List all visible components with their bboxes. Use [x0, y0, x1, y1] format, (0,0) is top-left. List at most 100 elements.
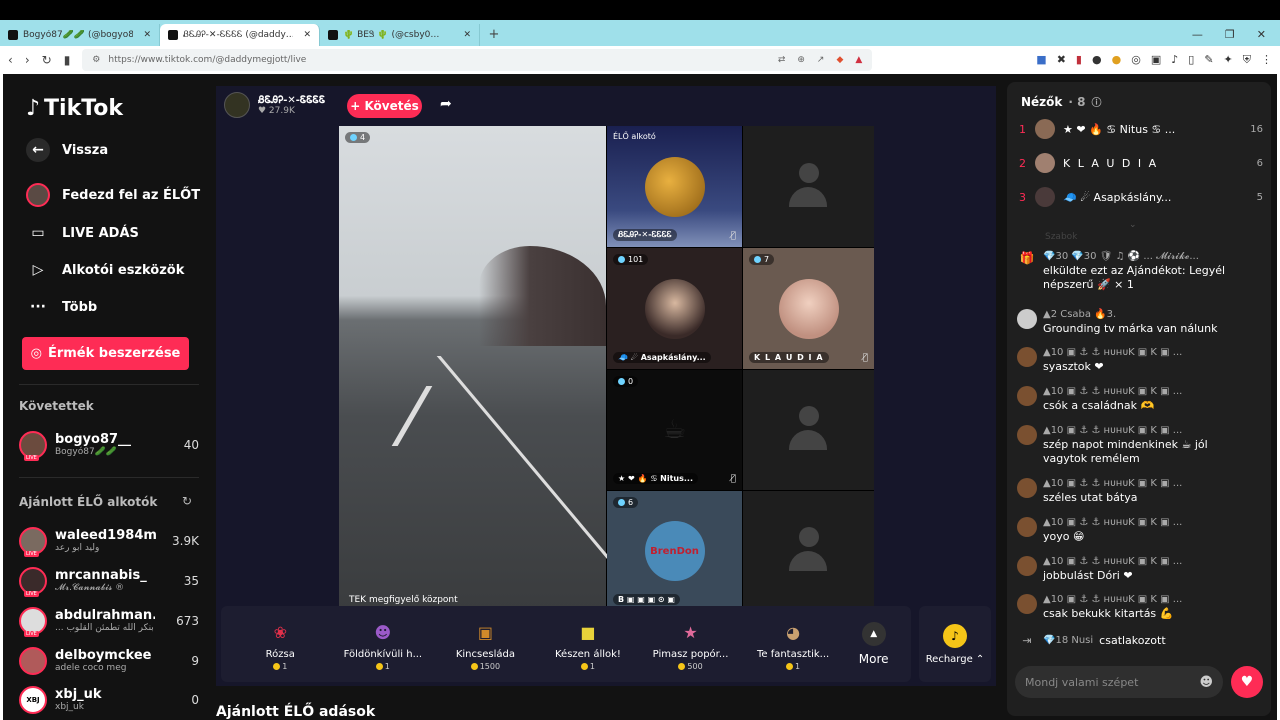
top-viewer[interactable]: 3 🧢 ☄ Asapkáslány... 5	[1019, 187, 1263, 207]
extension-icon[interactable]: ♪	[1171, 53, 1178, 67]
forward-arrow-icon[interactable]: ›	[25, 53, 30, 67]
close-window-icon[interactable]: ✕	[1257, 28, 1266, 41]
guest-cell[interactable]: 101 🧢 ☄ Asapkáslány...	[607, 248, 742, 369]
chat-username[interactable]: ▲10 ▣ ⚓ ⚓ ʜᴜʜᴜK ▣ K ▣ ...	[1043, 385, 1182, 399]
recommended-account[interactable]: LIVE mrcannabis_ 𝓜𝓻.𝓒𝓪𝓷𝓷𝓪𝓫𝓲𝓼 ® 35	[19, 563, 199, 599]
minimize-icon[interactable]: —	[1192, 28, 1203, 41]
gift-alien[interactable]: ☻ Földönkívüli h... 1	[332, 617, 435, 672]
extension-icon[interactable]: ✖	[1057, 53, 1066, 67]
browser-tab-2[interactable]: ᏰᏋᎯᎮ-✕-ᏋᏋᏋᏋ (@daddy… ✕	[160, 24, 320, 46]
account-nickname: adele coco meg	[55, 662, 127, 673]
guest-cell[interactable]: 0 ☕ ★ ❤ 🔥 ♋ Nitus... 🎙̸	[607, 370, 742, 490]
nav-explore-live[interactable]: Fedezd fel az ÉLŐT	[26, 183, 200, 207]
chat-username[interactable]: ▲10 ▣ ⚓ ⚓ ʜᴜʜᴜK ▣ K ▣ ...	[1043, 346, 1182, 360]
warning-icon[interactable]: ▲	[855, 55, 862, 65]
guest-cell-empty[interactable]	[743, 126, 874, 247]
host-info[interactable]: ᏰᏋᎯᎮ-✕-ᏋᏋᏋᏋ ♥ 27.9K	[224, 92, 325, 118]
refresh-icon[interactable]: ↻	[182, 494, 192, 508]
translate-icon[interactable]: ⇄	[778, 55, 786, 65]
avatar[interactable]	[1017, 478, 1037, 498]
following-account[interactable]: LIVE bogyo87__ Bogyó87🥒🥒 40	[19, 427, 199, 463]
share-icon[interactable]: ➦	[440, 96, 452, 112]
guest-cell[interactable]: 6 BrenDon B ▣ ▣ ▣ ⊙ ▣	[607, 491, 742, 611]
site-settings-icon[interactable]: ⚙	[92, 55, 100, 65]
chat-username[interactable]: ▲2 Csaba 🔥3.	[1043, 308, 1217, 322]
extension-icon[interactable]: ■	[1036, 53, 1046, 67]
follow-button[interactable]: + Követés	[347, 94, 422, 118]
nav-more[interactable]: ··· Több	[26, 295, 97, 319]
like-heart-button[interactable]: ♥	[1231, 666, 1263, 698]
avatar[interactable]	[1017, 386, 1037, 406]
chat-username[interactable]: ▲10 ▣ ⚓ ⚓ ʜᴜʜᴜK ▣ K ▣ ...	[1043, 424, 1253, 438]
recommended-account[interactable]: XBJ xbj_uk xbj_uk 0	[19, 682, 199, 718]
avatar[interactable]	[1017, 347, 1037, 367]
extension-icon[interactable]: ▮	[1076, 53, 1082, 67]
gift-starfish[interactable]: ★ Pimasz popór... 500	[639, 617, 742, 672]
top-viewer[interactable]: 2 K L A U D I A 6	[1019, 153, 1263, 173]
shield-icon[interactable]: ◆	[836, 55, 843, 65]
gift-name: Kincsesláda	[455, 649, 515, 660]
recommended-account[interactable]: LIVE abdulrahman...... الا بنكر الله تطم…	[19, 603, 199, 639]
chat-username[interactable]: ▲10 ▣ ⚓ ⚓ ʜᴜʜᴜK ▣ K ▣ ...	[1043, 555, 1182, 569]
avatar[interactable]	[1017, 517, 1037, 537]
close-tab-icon[interactable]: ✕	[303, 30, 311, 40]
guest-cell-empty[interactable]	[743, 370, 874, 490]
extension-icon[interactable]: ●	[1092, 53, 1102, 67]
nav-creator-tools[interactable]: ▷ Alkotói eszközök	[26, 258, 185, 282]
chat-username[interactable]: ▲10 ▣ ⚓ ⚓ ʜᴜʜᴜK ▣ K ▣ ...	[1043, 593, 1182, 607]
avatar[interactable]	[1017, 556, 1037, 576]
chat-username[interactable]: ▲10 ▣ ⚓ ⚓ ʜᴜʜᴜK ▣ K ▣ ...	[1043, 477, 1182, 491]
recommended-account[interactable]: delboymckee adele coco meg 9	[19, 643, 199, 679]
multi-guest-video[interactable]: 4 TEK megfigyelő központ ÉLŐ alkotó ᏰᏋᎯᎮ…	[339, 126, 874, 611]
host-name: ᏰᏋᎯᎮ-✕-ᏋᏋᏋᏋ	[258, 94, 326, 106]
tiktok-logo[interactable]: ♪ TikTok	[26, 96, 123, 121]
recharge-button[interactable]: ♪ Recharge ⌃	[919, 606, 991, 682]
get-coins-button[interactable]: ◎ Érmék beszerzése	[22, 337, 189, 370]
collapse-chevron-icon[interactable]: ⌄	[1129, 220, 1137, 230]
coffee-cup-icon: ☕	[662, 415, 687, 445]
extension-icon[interactable]: ✦	[1224, 53, 1233, 67]
url-field[interactable]: ⚙ https://www.tiktok.com/@daddymegjott/l…	[82, 49, 873, 71]
browser-tab-3[interactable]: 🌵 BEᏕ 🌵 (@csby0… ✕	[320, 24, 480, 46]
extension-icon[interactable]: ⛨	[1243, 53, 1251, 67]
chat-username[interactable]: ▲10 ▣ ⚓ ⚓ ʜᴜʜᴜK ▣ K ▣ ...	[1043, 516, 1182, 530]
back-arrow-icon[interactable]: ‹	[8, 53, 13, 67]
more-gifts-button[interactable]: ▲ More	[844, 622, 903, 666]
emoji-icon[interactable]: ☻	[1199, 675, 1213, 690]
avatar[interactable]	[1017, 425, 1037, 445]
info-icon[interactable]: ⓘ	[1091, 94, 1101, 109]
extension-icon[interactable]: ✎	[1204, 53, 1213, 67]
close-tab-icon[interactable]: ✕	[143, 30, 151, 40]
viewers-header: Nézők · 8 ⓘ	[1021, 94, 1101, 110]
chat-input[interactable]: Mondj valami szépet ☻	[1015, 666, 1223, 698]
extension-icon[interactable]: ▣	[1151, 53, 1161, 67]
recommended-account[interactable]: LIVE waleed1984m وليد ابو رعد 3.9K	[19, 523, 199, 559]
close-tab-icon[interactable]: ✕	[463, 30, 471, 40]
guest-cell-host[interactable]: ÉLŐ alkotó ᏰᏋᎯᎮ-✕-ᏋᏋᏋᏋ 🎙̸	[607, 126, 742, 247]
share-page-icon[interactable]: ↗	[817, 55, 825, 65]
extension-icon[interactable]: ◎	[1131, 53, 1141, 67]
avatar[interactable]	[1017, 594, 1037, 614]
sidebar-toggle-icon[interactable]: ▯	[1188, 53, 1194, 67]
gift-treasure-chest[interactable]: ▣ Kincsesláda 1500	[434, 617, 537, 672]
top-viewer[interactable]: 1 ★ ❤ 🔥 ♋ Nitus ♋ ... 16	[1019, 119, 1263, 139]
guest-cell-empty[interactable]	[743, 491, 874, 611]
gift-ready[interactable]: ■ Készen állok! 1	[537, 617, 640, 672]
gift-rose[interactable]: ❀ Rózsa 1	[229, 617, 332, 672]
menu-icon[interactable]: ⋮	[1261, 53, 1272, 67]
reload-icon[interactable]: ↻	[42, 53, 52, 67]
nav-live-broadcast[interactable]: ▭ LIVE ADÁS	[26, 221, 139, 245]
nav-back[interactable]: ← Vissza	[26, 138, 108, 162]
gift-price: 1	[273, 662, 287, 671]
extension-icon[interactable]: ●	[1112, 53, 1122, 67]
new-tab-button[interactable]: +	[480, 27, 508, 46]
join-username[interactable]: 💎18 Nusi	[1043, 635, 1093, 646]
gift-hamster[interactable]: ◕ Te fantasztik... 1	[742, 617, 845, 672]
restore-icon[interactable]: ❐	[1225, 28, 1235, 41]
browser-tab-1[interactable]: Bogyó87🥒🥒 (@bogyo87__) Él… ✕	[0, 24, 160, 46]
bookmark-icon[interactable]: ▮	[64, 53, 71, 67]
guest-cell[interactable]: 7 K L A U D I A 🎙̸	[743, 248, 874, 369]
avatar[interactable]	[1017, 309, 1037, 329]
chat-username[interactable]: 💎30 💎30 🛡 ♫ ⚽ ... 𝓜𝓲𝓻𝓲𝓴𝓮...	[1043, 250, 1265, 264]
zoom-icon[interactable]: ⊕	[797, 55, 805, 65]
